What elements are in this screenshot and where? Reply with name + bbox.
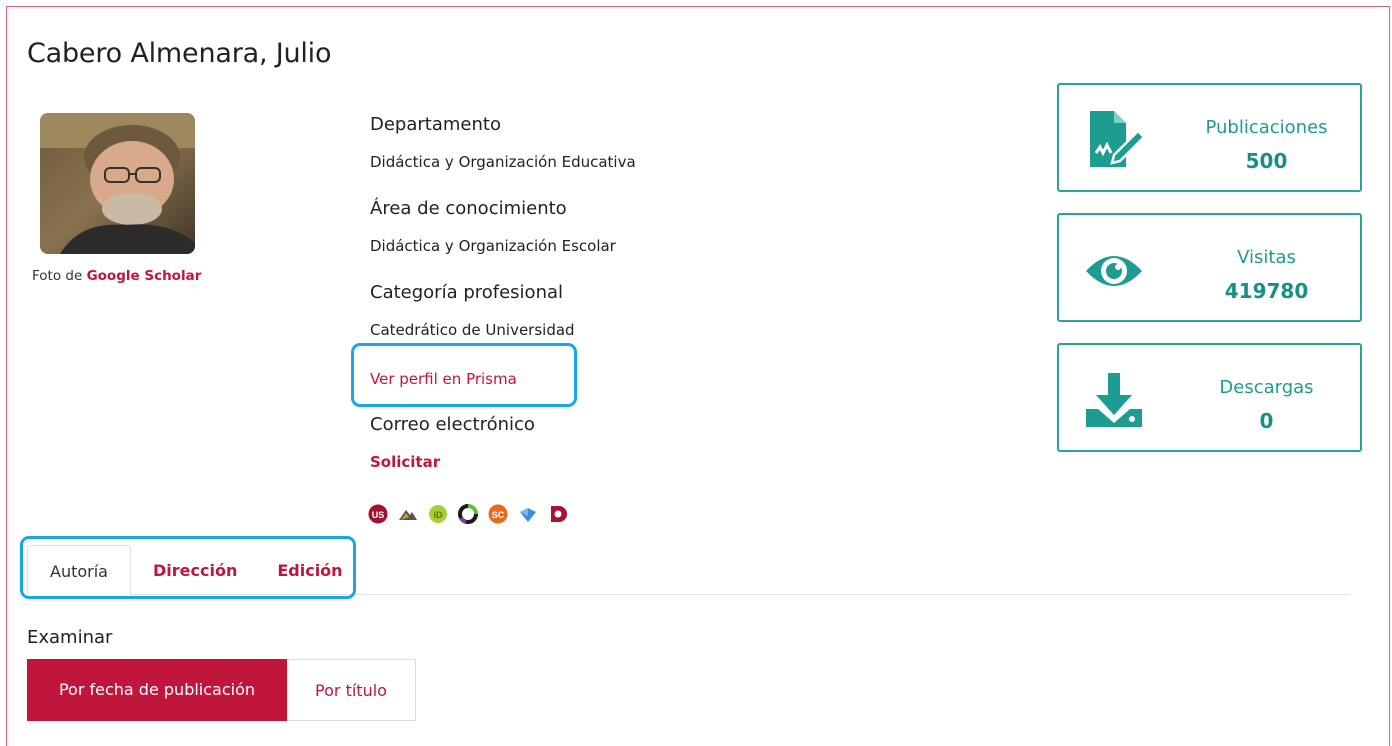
browse-by-date-button[interactable]: Por fecha de publicación bbox=[27, 659, 287, 721]
svg-text:SC: SC bbox=[492, 510, 505, 520]
tabs-highlight bbox=[20, 536, 356, 599]
dspace-icon[interactable] bbox=[548, 504, 568, 524]
publications-stat[interactable]: Publicaciones 500 bbox=[1057, 83, 1362, 192]
visits-label: Visitas bbox=[1237, 247, 1296, 268]
prisma-highlight bbox=[351, 343, 577, 407]
area-value: Didáctica y Organización Escolar bbox=[370, 237, 616, 255]
svg-text:US: US bbox=[372, 510, 385, 520]
publications-label: Publicaciones bbox=[1205, 117, 1328, 138]
department-label: Departamento bbox=[370, 114, 501, 135]
mountain-icon[interactable] bbox=[398, 504, 418, 524]
request-email-link[interactable]: Solicitar bbox=[370, 453, 440, 471]
photo-caption-prefix: Foto de bbox=[32, 268, 83, 284]
profile-photo bbox=[40, 113, 195, 254]
area-label: Área de conocimiento bbox=[370, 198, 567, 219]
scholar-icon[interactable]: SC bbox=[488, 504, 508, 524]
eye-icon bbox=[1084, 239, 1144, 299]
department-value: Didáctica y Organización Educativa bbox=[370, 153, 636, 171]
downloads-count: 0 bbox=[1259, 409, 1274, 433]
external-profiles: US iD SC bbox=[368, 504, 568, 524]
google-scholar-link[interactable]: Google Scholar bbox=[87, 268, 202, 284]
svg-text:iD: iD bbox=[434, 510, 444, 520]
orcid-icon[interactable]: iD bbox=[428, 504, 448, 524]
browse-by-title-button[interactable]: Por título bbox=[287, 659, 416, 721]
dialnet-icon[interactable] bbox=[458, 504, 478, 524]
downloads-stat[interactable]: Descargas 0 bbox=[1057, 343, 1362, 452]
category-value: Catedrático de Universidad bbox=[370, 321, 575, 339]
browse-buttons: Por fecha de publicación Por título bbox=[27, 659, 416, 721]
email-label: Correo electrónico bbox=[370, 414, 535, 435]
page-title: Cabero Almenara, Julio bbox=[27, 38, 332, 69]
publications-count: 500 bbox=[1245, 149, 1288, 173]
browse-label: Examinar bbox=[27, 627, 113, 648]
visits-stat[interactable]: Visitas 419780 bbox=[1057, 213, 1362, 322]
category-label: Categoría profesional bbox=[370, 282, 564, 303]
download-icon bbox=[1084, 369, 1144, 429]
researchgate-icon[interactable] bbox=[518, 504, 538, 524]
publication-icon bbox=[1084, 109, 1146, 169]
photo-caption: Foto de Google Scholar bbox=[32, 268, 201, 284]
visits-count: 419780 bbox=[1224, 279, 1309, 303]
downloads-label: Descargas bbox=[1219, 377, 1314, 398]
us-icon[interactable]: US bbox=[368, 504, 388, 524]
